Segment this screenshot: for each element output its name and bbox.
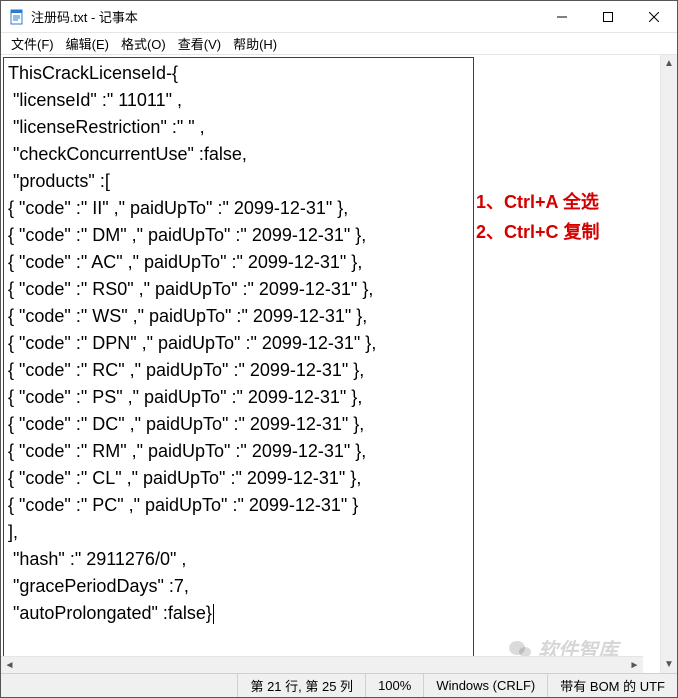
scroll-up-icon[interactable]: ▲ [661, 55, 677, 72]
editor-wrap: ThisCrackLicenseId-{ "licenseId" :" 1101… [1, 55, 660, 673]
annotation-line-1: 1、Ctrl+A 全选 [476, 187, 636, 217]
menubar: 文件(F) 编辑(E) 格式(O) 查看(V) 帮助(H) [1, 33, 677, 55]
window-controls [539, 1, 677, 33]
maximize-button[interactable] [585, 1, 631, 33]
scroll-right-icon[interactable]: ► [626, 657, 643, 673]
scroll-down-icon[interactable]: ▼ [661, 656, 677, 673]
scroll-left-icon[interactable]: ◄ [1, 657, 18, 673]
window-title: 注册码.txt - 记事本 [31, 7, 539, 26]
client-area: ThisCrackLicenseId-{ "licenseId" :" 1101… [1, 55, 677, 673]
menu-format[interactable]: 格式(O) [115, 32, 172, 55]
minimize-button[interactable] [539, 1, 585, 33]
status-encoding: 带有 BOM 的 UTF [547, 674, 677, 697]
editor-content: ThisCrackLicenseId-{ "licenseId" :" 1101… [8, 63, 376, 623]
menu-help[interactable]: 帮助(H) [227, 32, 283, 55]
statusbar: 第 21 行, 第 25 列 100% Windows (CRLF) 带有 BO… [1, 673, 677, 697]
text-caret [213, 604, 214, 624]
v-scroll-track[interactable] [661, 72, 677, 656]
horizontal-scrollbar[interactable]: ◄ ► [1, 656, 643, 673]
status-zoom: 100% [365, 674, 423, 697]
h-scroll-track[interactable] [18, 657, 626, 673]
annotation-overlay: 1、Ctrl+A 全选 2、Ctrl+C 复制 [476, 187, 636, 247]
titlebar: 注册码.txt - 记事本 [1, 1, 677, 33]
menu-view[interactable]: 查看(V) [172, 32, 227, 55]
notepad-app-icon [9, 9, 25, 25]
status-position: 第 21 行, 第 25 列 [237, 674, 365, 697]
text-editor[interactable]: ThisCrackLicenseId-{ "licenseId" :" 1101… [3, 57, 474, 669]
menu-file[interactable]: 文件(F) [5, 32, 60, 55]
close-button[interactable] [631, 1, 677, 33]
vertical-scrollbar[interactable]: ▲ ▼ [660, 55, 677, 673]
status-line-ending: Windows (CRLF) [423, 674, 547, 697]
annotation-line-2: 2、Ctrl+C 复制 [476, 217, 636, 247]
menu-edit[interactable]: 编辑(E) [60, 32, 115, 55]
